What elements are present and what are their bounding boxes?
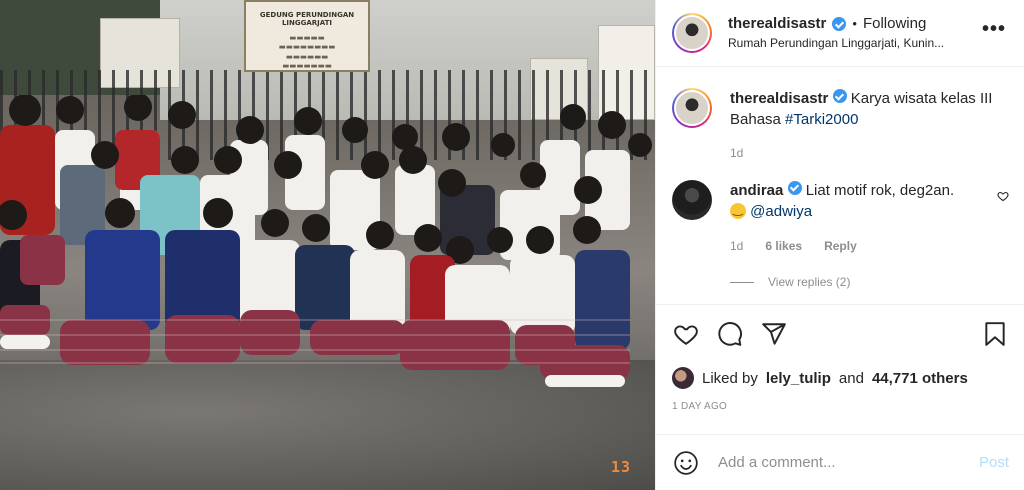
- author-avatar[interactable]: [672, 13, 712, 53]
- verified-badge-icon: [832, 89, 847, 103]
- comment-text: Liat motif rok, deg2an.: [805, 181, 955, 199]
- liked-by-row: Liked by lely_tulip and 44,771 others: [672, 367, 1009, 389]
- save-bookmark-icon[interactable]: [981, 320, 1009, 348]
- verified-badge-icon: [787, 180, 802, 195]
- action-bar: [672, 305, 1009, 363]
- photo-sign-title: GEDUNG PERUNDINGAN LINGGARJATI: [259, 11, 355, 27]
- caption-time[interactable]: 1d: [730, 145, 1009, 162]
- author-info: therealdisastr • Following Rumah Perundi…: [728, 14, 944, 51]
- liked-by-user[interactable]: lely_tulip: [766, 370, 831, 387]
- comment-bubble-icon[interactable]: [716, 320, 744, 348]
- post-photo[interactable]: GEDUNG PERUNDINGAN LINGGARJATI ▬▬▬▬▬ ▬▬▬▬…: [0, 0, 655, 490]
- commenter-username[interactable]: andiraa: [730, 182, 783, 199]
- caption-hashtag[interactable]: #Tarki2000: [785, 111, 858, 128]
- author-username[interactable]: therealdisastr: [728, 14, 826, 34]
- verified-badge-icon: [832, 17, 847, 32]
- view-replies-label: View replies (2): [768, 275, 851, 290]
- liker-avatar[interactable]: [672, 367, 694, 389]
- more-options-icon[interactable]: •••: [982, 18, 1006, 41]
- post-timestamp[interactable]: 1 DAY AGO: [672, 401, 1009, 412]
- post-actions-area: Liked by lely_tulip and 44,771 others 1 …: [656, 304, 1024, 434]
- liked-by-prefix: Liked by: [702, 369, 758, 387]
- following-button[interactable]: Following: [863, 14, 926, 34]
- post-side-panel: therealdisastr • Following Rumah Perundi…: [655, 0, 1024, 490]
- post-header: therealdisastr • Following Rumah Perundi…: [656, 0, 1024, 67]
- like-heart-icon[interactable]: [672, 320, 700, 348]
- photo-date-stamp: 13: [610, 458, 631, 476]
- emoji-smiley-icon[interactable]: [672, 449, 700, 477]
- post-location[interactable]: Rumah Perundingan Linggarjati, Kunin...: [728, 36, 944, 52]
- caption-avatar[interactable]: [672, 88, 712, 128]
- share-paper-plane-icon[interactable]: [760, 320, 788, 348]
- comment-reply-button[interactable]: Reply: [824, 238, 857, 255]
- photo-group-of-students: [0, 95, 652, 387]
- commenter-avatar[interactable]: [672, 179, 712, 220]
- separator-dot: •: [852, 15, 857, 31]
- caption-username[interactable]: therealdisastr: [730, 90, 828, 107]
- liked-by-others[interactable]: 44,771 others: [872, 370, 968, 387]
- photo-sign: GEDUNG PERUNDINGAN LINGGARJATI ▬▬▬▬▬ ▬▬▬▬…: [244, 0, 370, 72]
- comment-time[interactable]: 1d: [730, 238, 743, 255]
- post-comment-button[interactable]: Post: [979, 454, 1009, 471]
- add-comment-bar: Post: [656, 434, 1024, 490]
- comment-likes[interactable]: 6 likes: [765, 238, 802, 255]
- caption-item: therealdisastr Karya wisata kelas III Ba…: [672, 88, 1009, 162]
- comment-mention[interactable]: @adwiya: [750, 203, 812, 220]
- view-replies-link[interactable]: View replies (2): [730, 275, 1009, 289]
- comment-item: andiraa Liat motif rok, deg2an. @adwiya …: [672, 179, 1009, 256]
- comments-list[interactable]: therealdisastr Karya wisata kelas III Ba…: [656, 68, 1024, 304]
- comment-like-heart-icon[interactable]: [997, 190, 1009, 202]
- comment-input[interactable]: [718, 454, 961, 471]
- grinning-face-emoji-icon: [730, 201, 746, 219]
- liked-by-and: and: [838, 369, 864, 387]
- comment-meta: 1d 6 likes Reply: [730, 238, 1009, 255]
